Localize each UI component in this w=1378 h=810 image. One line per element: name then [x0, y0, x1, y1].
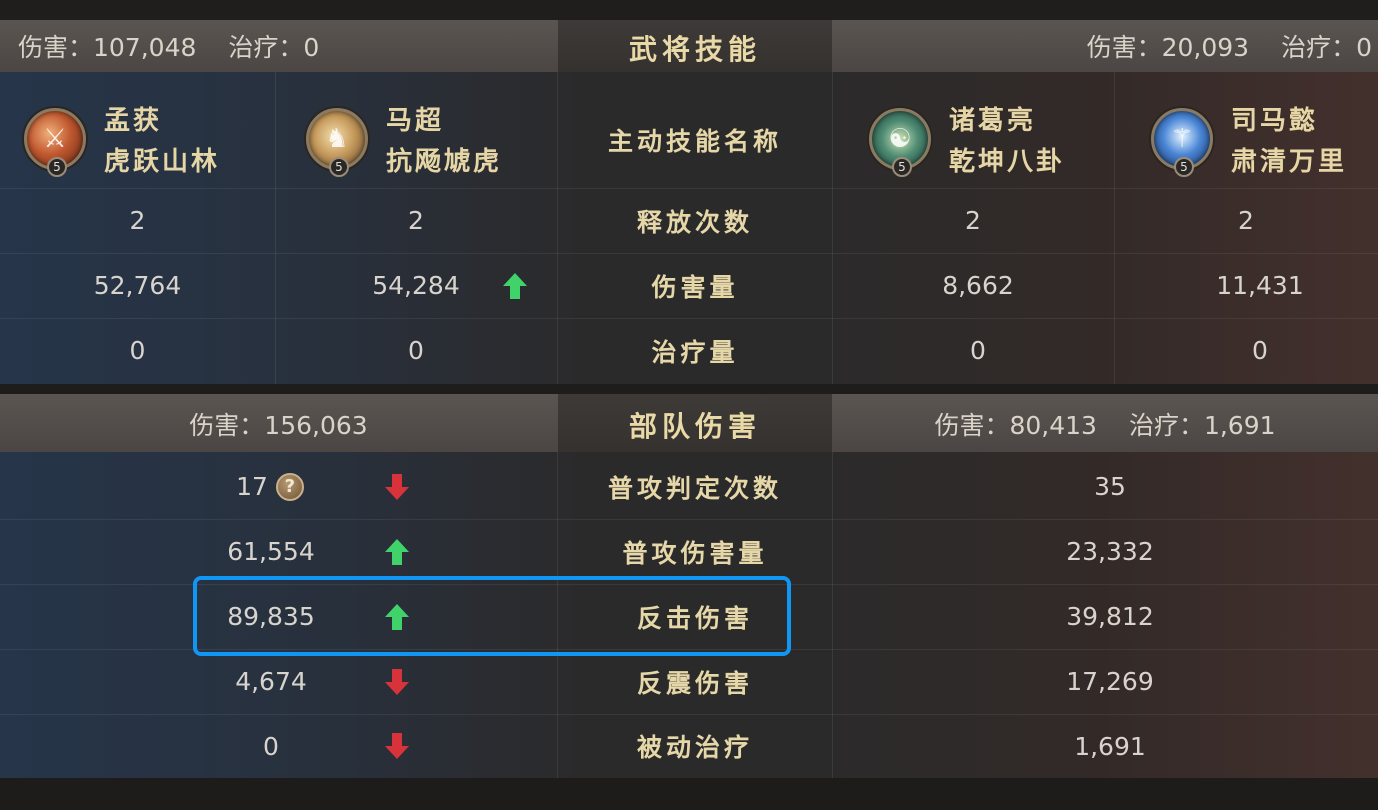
row-label-skill-name: 主动技能名称	[607, 127, 782, 156]
army-right-value: 1,691	[1074, 731, 1146, 761]
cast-count-value: 2	[965, 206, 981, 235]
level-badge: 5	[329, 157, 349, 177]
hero-skill-name: 抗飏虓虎	[386, 147, 503, 177]
healing-value: 0	[129, 336, 146, 365]
hero-name: 诸葛亮	[949, 106, 1037, 136]
right-skill-damage: 伤害：20,093	[1086, 33, 1250, 62]
row-label-passive-healing: 被动治疗	[636, 733, 753, 762]
simayi-blades-icon: ⚚ 5	[1151, 108, 1213, 177]
damage-value: 8,662	[942, 271, 1014, 300]
damage-value: 52,764	[93, 271, 182, 300]
skills-title: 武将技能	[628, 33, 761, 66]
machao-portrait-icon: ♞ 5	[306, 108, 368, 177]
cast-count-value: 2	[408, 206, 424, 235]
cast-count-value: 2	[1238, 206, 1254, 235]
up-arrow-icon	[503, 273, 527, 299]
counterattack-highlight-box	[193, 576, 791, 656]
level-badge: 5	[892, 157, 912, 177]
right-army-healing: 治疗：1,691	[1128, 411, 1276, 440]
hero-skills-panel: 伤害：107,048 治疗：0 武将技能 伤害：20,093 治疗：0 ⚔ 5 …	[0, 20, 1378, 384]
hero-skill-name: 虎跃山林	[104, 147, 221, 177]
left-army-summary: 伤害：156,063	[0, 406, 557, 442]
hero-name: 孟获	[104, 106, 163, 136]
hero-skill-name: 肃清万里	[1231, 147, 1348, 177]
row-label-cast-count: 释放次数	[636, 207, 753, 237]
row-label-normal-attack-count: 普攻判定次数	[607, 473, 782, 503]
army-right-value: 17,269	[1066, 667, 1154, 696]
right-skill-summary: 伤害：20,093 治疗：0	[1087, 28, 1372, 64]
menghuo-portrait-icon: ⚔ 5	[24, 108, 86, 177]
hero-machao[interactable]: ♞ 5 马超 抗飏虓虎	[306, 100, 502, 178]
right-army-damage: 伤害：80,413	[934, 411, 1097, 440]
army-title: 部队伤害	[628, 410, 761, 443]
bottom-strip	[0, 778, 1378, 810]
level-badge: 5	[47, 157, 67, 177]
left-army-damage: 伤害：156,063	[189, 411, 368, 440]
row-label-healing: 治疗量	[651, 337, 739, 367]
right-skill-healing: 治疗：0	[1281, 33, 1372, 62]
top-strip	[0, 0, 1378, 20]
left-skill-healing: 治疗：0	[228, 33, 320, 62]
hero-skill-name: 乾坤八卦	[949, 147, 1066, 177]
level-badge: 5	[1174, 157, 1194, 177]
army-right-value: 23,332	[1066, 537, 1154, 566]
row-label-reflect-damage: 反震伤害	[636, 668, 753, 698]
healing-value: 0	[1252, 336, 1268, 365]
left-skill-damage: 伤害：107,048	[18, 33, 197, 62]
healing-value: 0	[970, 336, 986, 365]
zhugeliang-bagua-icon: ☯ 5	[869, 108, 931, 177]
left-skill-summary: 伤害：107,048 治疗：0	[18, 28, 319, 64]
army-left-value: 4,674	[235, 667, 307, 696]
healing-value: 0	[408, 336, 424, 365]
army-left-value: 17	[236, 472, 268, 501]
table-row: 17 ?	[140, 454, 400, 519]
down-arrow-icon	[385, 733, 409, 759]
hero-simayi[interactable]: ⚚ 5 司马懿 肃清万里	[1151, 100, 1347, 178]
cast-count-value: 2	[129, 206, 146, 235]
hero-name: 司马懿	[1231, 106, 1319, 136]
army-header: 伤害：156,063 部队伤害 伤害：80,413 治疗：1,691	[0, 394, 1378, 452]
hero-zhugeliang[interactable]: ☯ 5 诸葛亮 乾坤八卦	[869, 100, 1065, 178]
skills-header: 伤害：107,048 治疗：0 武将技能 伤害：20,093 治疗：0	[0, 20, 1378, 72]
army-right-value: 35	[1094, 472, 1126, 501]
damage-value: 11,431	[1216, 271, 1304, 300]
hero-menghuo[interactable]: ⚔ 5 孟获 虎跃山林	[24, 100, 220, 178]
army-right-value: 39,812	[1066, 602, 1154, 631]
down-arrow-icon	[385, 474, 409, 500]
row-label-normal-attack-damage: 普攻伤害量	[622, 538, 768, 568]
hero-name: 马超	[386, 106, 445, 136]
army-left-value: 0	[263, 731, 279, 761]
help-icon[interactable]: ?	[275, 472, 304, 501]
army-left-value: 61,554	[227, 537, 315, 566]
up-arrow-icon	[385, 539, 409, 565]
row-label-damage: 伤害量	[651, 272, 739, 302]
right-army-summary: 伤害：80,413 治疗：1,691	[832, 406, 1378, 442]
down-arrow-icon	[385, 669, 409, 695]
